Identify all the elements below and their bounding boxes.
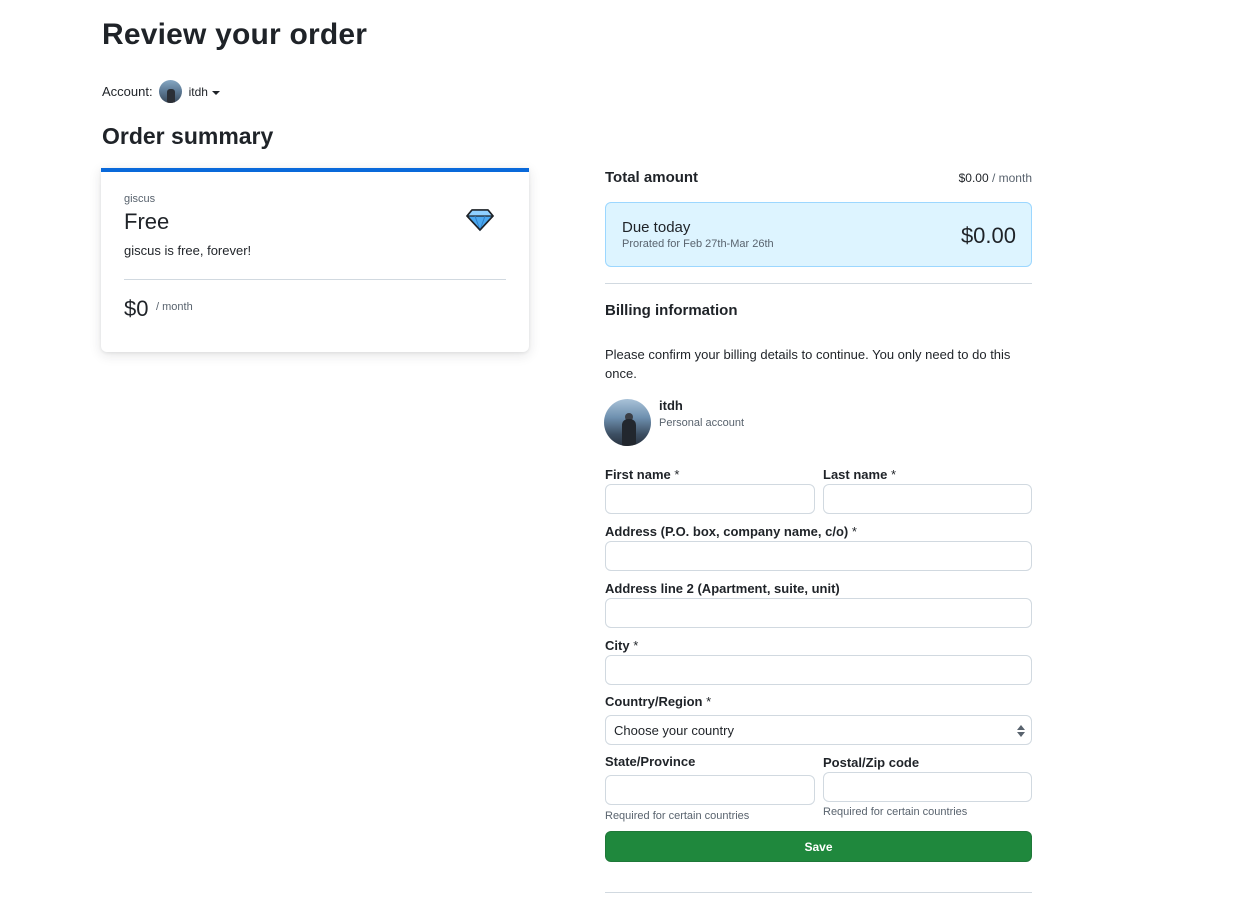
required-mark: *	[633, 638, 639, 653]
billing-title: Billing information	[605, 302, 738, 319]
billing-note: Please confirm your billing details to c…	[605, 347, 1011, 381]
required-mark: *	[851, 524, 857, 539]
due-today-subtitle: Prorated for Feb 27th-Mar 26th	[622, 238, 774, 250]
city-label-text: City	[605, 638, 630, 653]
account-name: itdh	[188, 84, 208, 99]
owner-type: Personal account	[659, 417, 744, 429]
address-line2-label: Address line 2 (Apartment, suite, unit)	[605, 581, 840, 596]
address-field[interactable]	[605, 541, 1032, 571]
state-label: State/Province	[605, 754, 696, 769]
total-period: / month	[991, 170, 1032, 185]
owner-name: itdh	[659, 398, 683, 413]
diamond-icon	[466, 209, 494, 232]
required-mark: *	[706, 694, 712, 709]
caret-down-icon	[211, 90, 220, 95]
total-amount-label: Total amount	[605, 169, 699, 186]
account-avatar	[158, 80, 182, 103]
due-today-title: Due today	[622, 219, 691, 236]
country-label: Country/Region *	[605, 694, 711, 709]
due-today-box: Due today Prorated for Feb 27th-Mar 26th…	[605, 202, 1032, 267]
due-today-amount: $0.00	[960, 223, 1016, 248]
owner-avatar	[604, 399, 651, 446]
plan-divider	[124, 279, 506, 280]
total-amount-value: $0.00 / month	[959, 171, 1032, 185]
first-name-field[interactable]	[605, 484, 815, 514]
last-name-label-text: Last name	[823, 467, 888, 482]
state-field[interactable]	[605, 775, 815, 805]
total-amount-row: Total amount $0.00 / month	[605, 169, 1032, 186]
first-name-label-text: First name	[605, 467, 671, 482]
country-select[interactable]: Choose your country	[605, 715, 1032, 745]
postal-label: Postal/Zip code	[823, 755, 920, 770]
country-selected-value: Choose your country	[614, 722, 734, 738]
city-label: City *	[605, 638, 638, 653]
city-field[interactable]	[605, 655, 1032, 685]
account-label: Account:	[102, 84, 153, 99]
required-mark: *	[674, 467, 680, 482]
postal-field[interactable]	[823, 772, 1032, 802]
order-summary-title: Order summary	[102, 123, 274, 149]
address-label: Address (P.O. box, company name, c/o) *	[605, 524, 857, 539]
account-selector[interactable]: Account: itdh	[102, 80, 220, 103]
plan-period: / month	[156, 301, 193, 313]
state-hint: Required for certain countries	[605, 810, 750, 822]
address-line2-field[interactable]	[605, 598, 1032, 628]
plan-description: giscus is free, forever!	[124, 243, 252, 258]
plan-price: $0	[124, 296, 149, 321]
country-label-text: Country/Region	[605, 694, 703, 709]
address-label-text: Address (P.O. box, company name, c/o)	[605, 524, 849, 539]
plan-app-name: giscus	[124, 193, 156, 205]
save-button[interactable]: Save	[605, 831, 1032, 862]
plan-card: giscus Free giscus is free, forever! $0 …	[101, 168, 529, 352]
postal-hint: Required for certain countries	[823, 806, 968, 818]
last-name-field[interactable]	[823, 484, 1032, 514]
first-name-label: First name *	[605, 467, 679, 482]
divider	[605, 892, 1032, 893]
select-arrows-icon	[1017, 725, 1025, 737]
plan-name: Free	[124, 209, 170, 234]
required-mark: *	[890, 467, 896, 482]
last-name-label: Last name *	[823, 467, 896, 482]
divider	[605, 283, 1032, 284]
page-title: Review your order	[102, 18, 368, 51]
total-amount: $0.00	[958, 170, 989, 185]
